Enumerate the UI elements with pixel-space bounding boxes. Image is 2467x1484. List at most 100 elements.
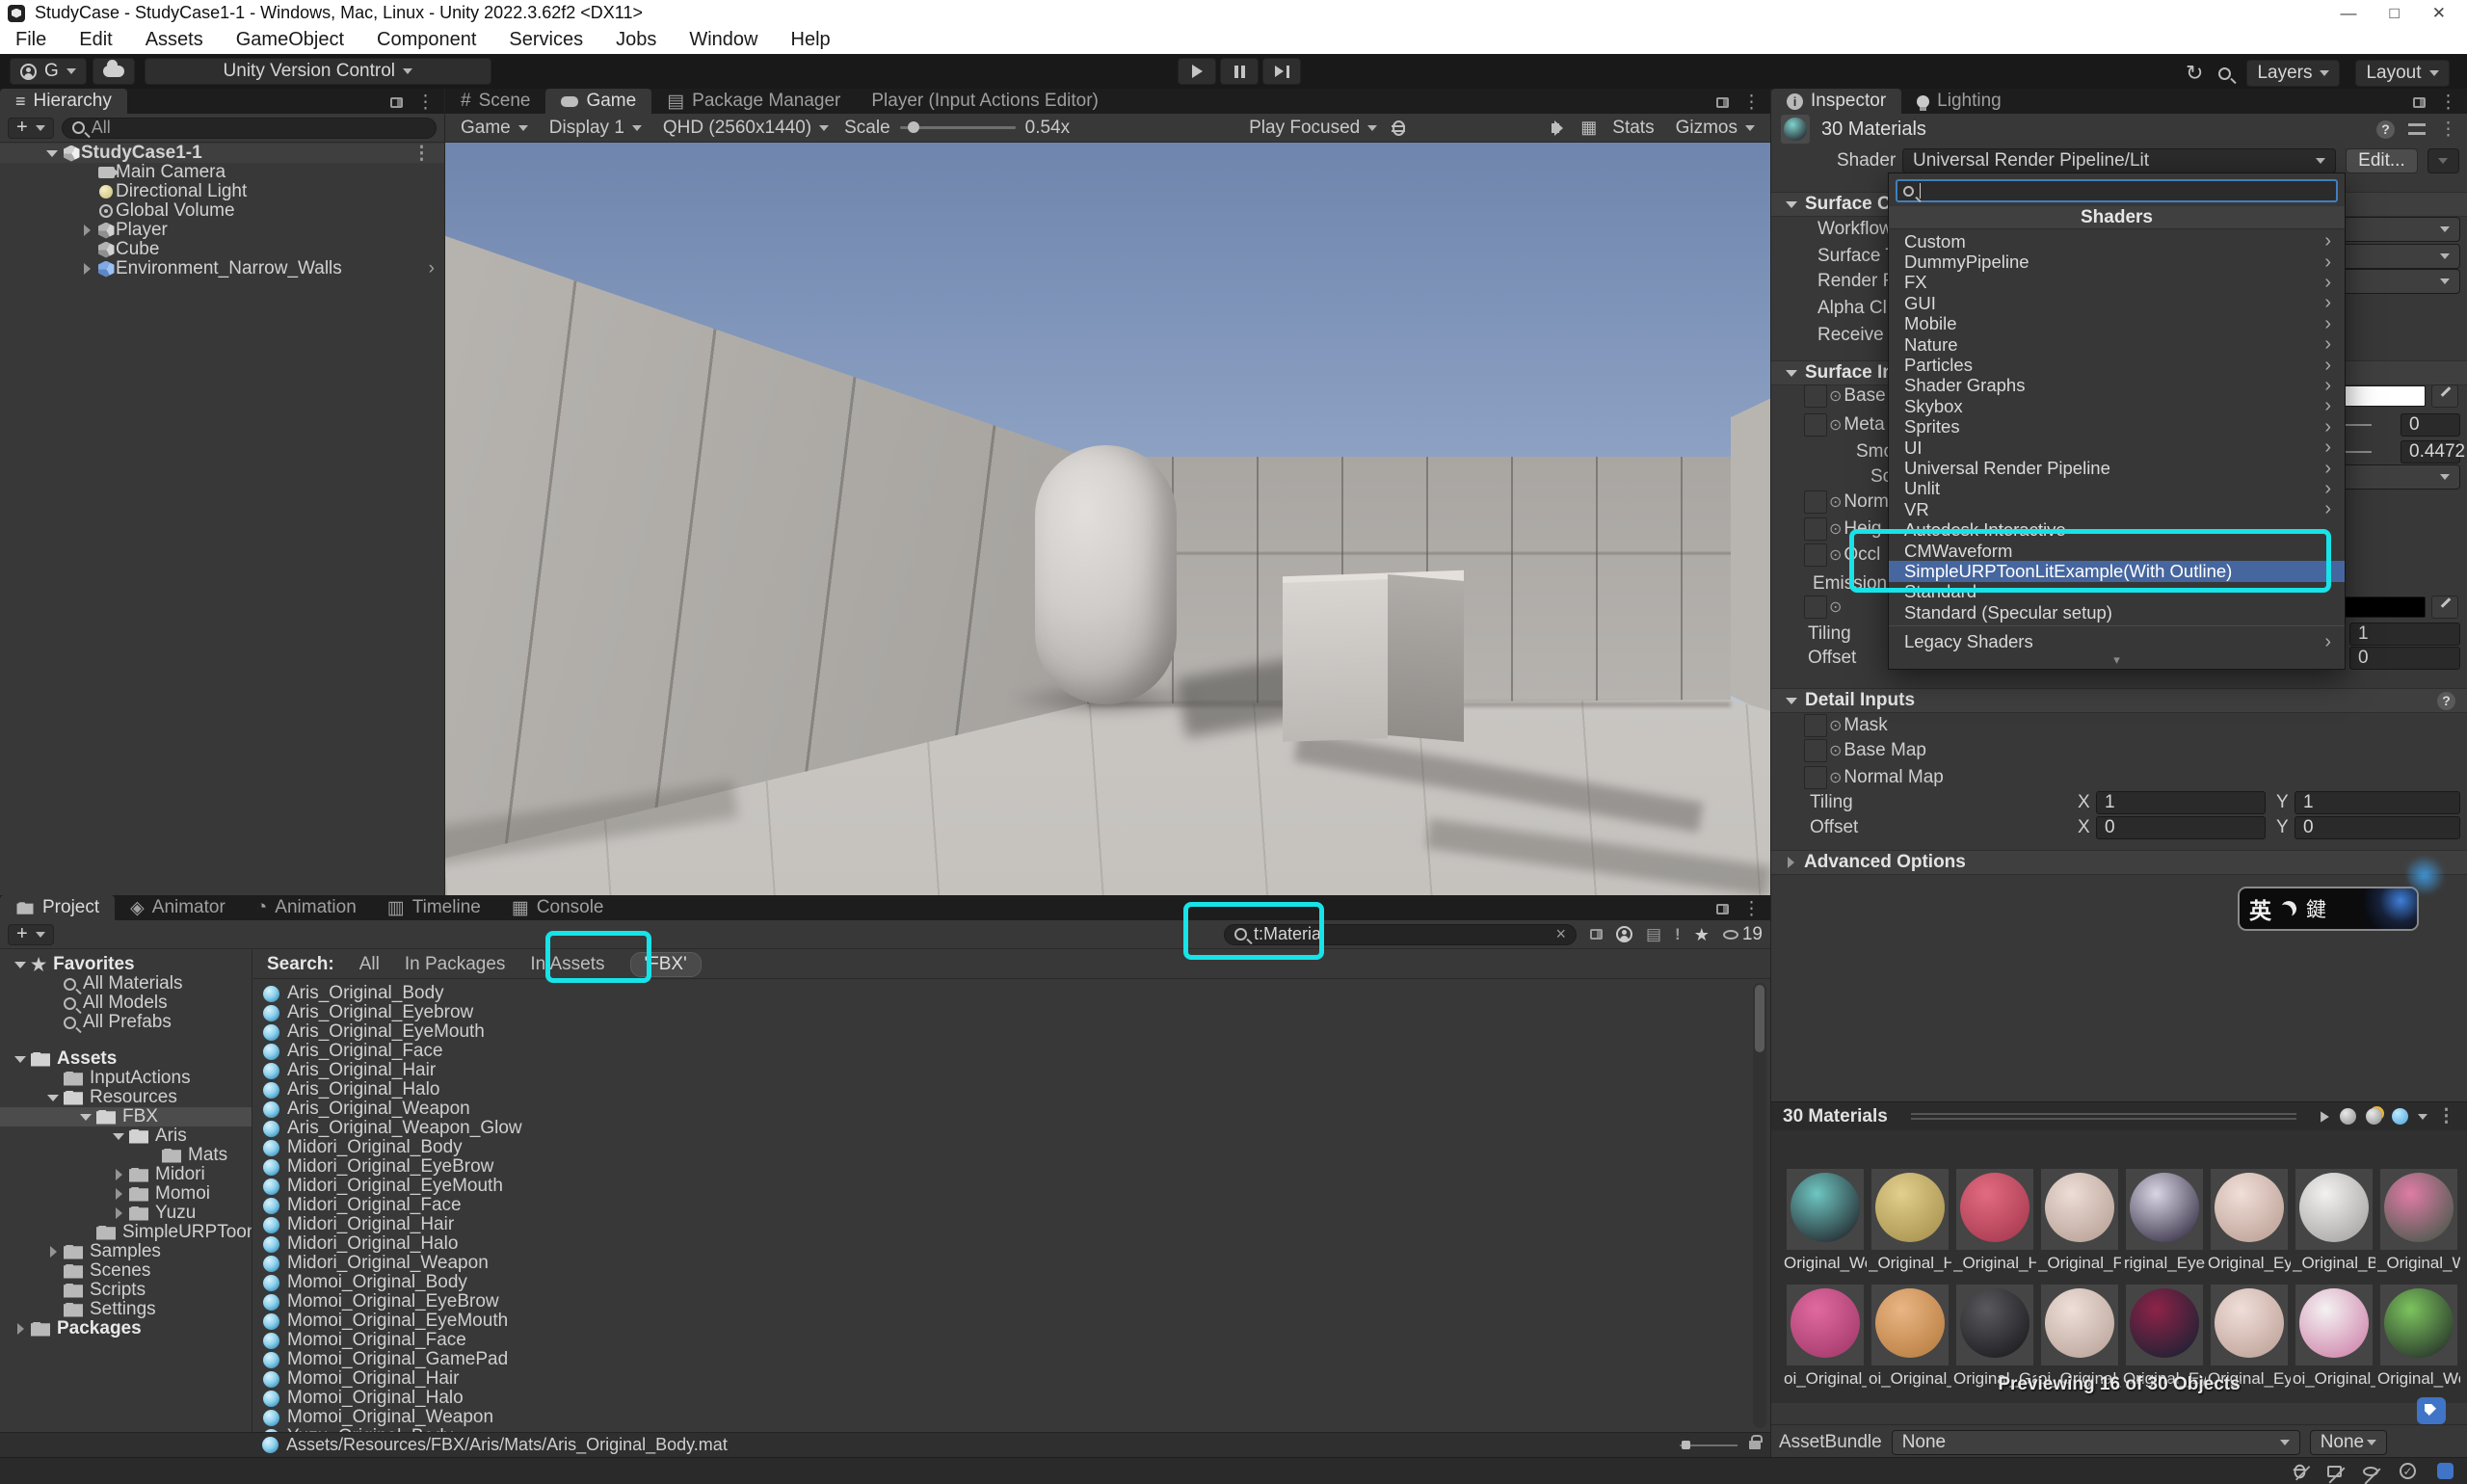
dock-icon[interactable] <box>1716 904 1729 914</box>
scale-slider-knob[interactable] <box>908 121 919 133</box>
hierarchy-item[interactable]: Global Volume <box>0 201 444 221</box>
preview-animated-icon[interactable] <box>2366 1108 2382 1125</box>
material-preview-sphere[interactable] <box>2295 1285 2373 1365</box>
scope-in-assets[interactable]: In Assets <box>530 954 604 975</box>
fold-arrow[interactable] <box>77 263 96 275</box>
shader-menu-item[interactable]: Shader Graphs› <box>1889 376 2345 396</box>
project-folder-item[interactable]: All Materials <box>0 974 252 994</box>
search-result-item[interactable]: Midori_Original_EyeBrow <box>253 1157 1747 1177</box>
hierarchy-item[interactable]: Cube <box>0 240 444 259</box>
search-result-item[interactable]: Aris_Original_Weapon <box>253 1100 1747 1119</box>
texture-slot[interactable] <box>1804 714 1827 737</box>
shader-menu-item[interactable]: Nature› <box>1889 334 2345 355</box>
shader-menu-item[interactable]: SimpleURPToonLitExample(With Outline) <box>1889 561 2345 581</box>
search-result-item[interactable]: Aris_Original_EyeMouth <box>253 1022 1747 1042</box>
project-folder-item[interactable]: Packages <box>0 1319 252 1338</box>
tab-console[interactable]: ▦Console <box>496 895 620 920</box>
project-folder-item[interactable]: Momoi <box>0 1184 252 1204</box>
shader-menu-item[interactable]: Standard (Specular setup) <box>1889 602 2345 623</box>
tab-animation[interactable]: ◔Animation <box>241 895 372 920</box>
scope-all[interactable]: All <box>359 954 380 975</box>
menu-assets[interactable]: Assets <box>146 29 203 51</box>
texture-slot[interactable] <box>1804 543 1827 567</box>
project-folder-item[interactable]: Samples <box>0 1242 252 1261</box>
shader-menu-item[interactable]: Autodesk Interactive <box>1889 519 2345 540</box>
hierarchy-item[interactable]: Main Camera <box>0 163 444 182</box>
texture-slot[interactable] <box>1804 413 1827 437</box>
step-button[interactable] <box>1262 58 1301 85</box>
pause-button[interactable] <box>1220 58 1259 85</box>
search-result-item[interactable]: Midori_Original_Halo <box>253 1234 1747 1254</box>
splitter-handle[interactable] <box>1911 1113 2296 1120</box>
kebab-menu-icon[interactable]: ⋮ <box>416 92 435 114</box>
search-result-item[interactable]: Midori_Original_EyeMouth <box>253 1177 1747 1196</box>
material-preview-sphere[interactable] <box>2041 1285 2118 1365</box>
search-result-item[interactable]: Aris_Original_Hair <box>253 1061 1747 1080</box>
material-preview-sphere[interactable] <box>2380 1285 2457 1365</box>
asset-label-icon[interactable] <box>2417 1397 2446 1424</box>
tab-player-input-actions-editor-[interactable]: Player (Input Actions Editor) <box>856 89 1114 114</box>
play-focused-dropdown[interactable]: Play Focused <box>1243 118 1383 139</box>
kebab-menu-icon[interactable]: ⋮ <box>1742 898 1761 920</box>
menu-services[interactable]: Services <box>509 29 583 51</box>
shader-menu-item[interactable]: DummyPipeline› <box>1889 252 2345 272</box>
project-search-input[interactable]: t:Material × <box>1224 924 1577 945</box>
material-preview-sphere[interactable] <box>2041 1169 2118 1250</box>
material-preview-sphere[interactable] <box>2126 1169 2203 1250</box>
kebab-menu-icon[interactable]: ⋮ <box>2439 119 2457 141</box>
scrollbar-thumb[interactable] <box>1755 985 1764 1052</box>
fold-arrow[interactable] <box>108 1207 129 1219</box>
search-by-import-icon[interactable] <box>1616 926 1632 942</box>
metallic-value[interactable]: 0 <box>2401 413 2460 437</box>
search-result-item[interactable]: Midori_Original_Face <box>253 1196 1747 1215</box>
detail-tiling-x-field[interactable]: 1 <box>2096 791 2266 814</box>
project-folder-item[interactable]: Scenes <box>0 1261 252 1281</box>
fold-arrow[interactable] <box>108 1169 129 1180</box>
activity-blue-icon[interactable] <box>2437 1463 2454 1479</box>
search-result-item[interactable]: Aris_Original_Halo <box>253 1080 1747 1100</box>
material-preview-sphere[interactable] <box>2380 1169 2457 1250</box>
tab-hierarchy[interactable]: ≡ Hierarchy <box>0 89 127 114</box>
game-3d-viewport[interactable] <box>445 143 1770 895</box>
visibility-muted-icon[interactable] <box>2363 1467 2378 1476</box>
dock-icon[interactable] <box>1716 97 1729 108</box>
material-preview-sphere[interactable] <box>1787 1169 1864 1250</box>
debug-muted-icon[interactable] <box>2295 1464 2306 1477</box>
undo-history-icon[interactable]: ↻ <box>2186 61 2203 86</box>
mute-audio-icon[interactable] <box>1552 123 1559 133</box>
hidden-count-badge[interactable]: 19 <box>1723 924 1763 945</box>
hierarchy-item[interactable]: Environment_Narrow_Walls› <box>0 259 444 278</box>
menu-jobs[interactable]: Jobs <box>616 29 656 51</box>
shader-menu-item[interactable]: Legacy Shaders› <box>1889 631 2345 651</box>
shader-menu-item[interactable]: Unlit› <box>1889 479 2345 499</box>
offset-y-field[interactable]: 0 <box>2349 647 2460 670</box>
tab-timeline[interactable]: ▥Timeline <box>372 895 496 920</box>
hierarchy-search-input[interactable]: All <box>62 118 437 139</box>
shader-menu-item[interactable]: Standard <box>1889 582 2345 602</box>
scope-fbx-chip[interactable]: 'FBX' <box>630 952 702 977</box>
search-result-item[interactable]: Aris_Original_Body <box>253 984 1747 1003</box>
detail-tiling-y-field[interactable]: 1 <box>2295 791 2460 814</box>
shader-menu-item[interactable]: Sprites› <box>1889 417 2345 437</box>
help-icon[interactable]: ? <box>2437 692 2455 710</box>
tab-animator[interactable]: ◈Animator <box>115 895 241 920</box>
play-button[interactable] <box>1178 58 1216 85</box>
shader-menu-item[interactable]: Universal Render Pipeline› <box>1889 458 2345 478</box>
eyedropper-icon[interactable] <box>2431 596 2458 619</box>
layout-dropdown[interactable]: Layout <box>2355 60 2449 87</box>
texture-slot[interactable] <box>1804 384 1827 408</box>
texture-slot[interactable] <box>1804 739 1827 762</box>
debug-icon[interactable] <box>1393 120 1405 136</box>
warning-filter-icon[interactable]: ! <box>1675 925 1681 944</box>
help-icon[interactable]: ? <box>2376 120 2395 139</box>
material-preview-sphere[interactable] <box>2211 1285 2288 1365</box>
material-preview-sphere[interactable] <box>1871 1169 1949 1250</box>
shader-menu-item[interactable]: VR› <box>1889 499 2345 519</box>
shader-dropdown[interactable]: Universal Render Pipeline/Lit <box>1902 148 2336 173</box>
project-folder-item[interactable]: FBX <box>0 1107 252 1126</box>
search-result-item[interactable]: Aris_Original_Eyebrow <box>253 1003 1747 1022</box>
search-icon[interactable] <box>2218 67 2231 80</box>
menu-component[interactable]: Component <box>377 29 476 51</box>
project-folder-item[interactable]: Assets <box>0 1049 252 1069</box>
collab-muted-icon[interactable] <box>2327 1466 2342 1477</box>
